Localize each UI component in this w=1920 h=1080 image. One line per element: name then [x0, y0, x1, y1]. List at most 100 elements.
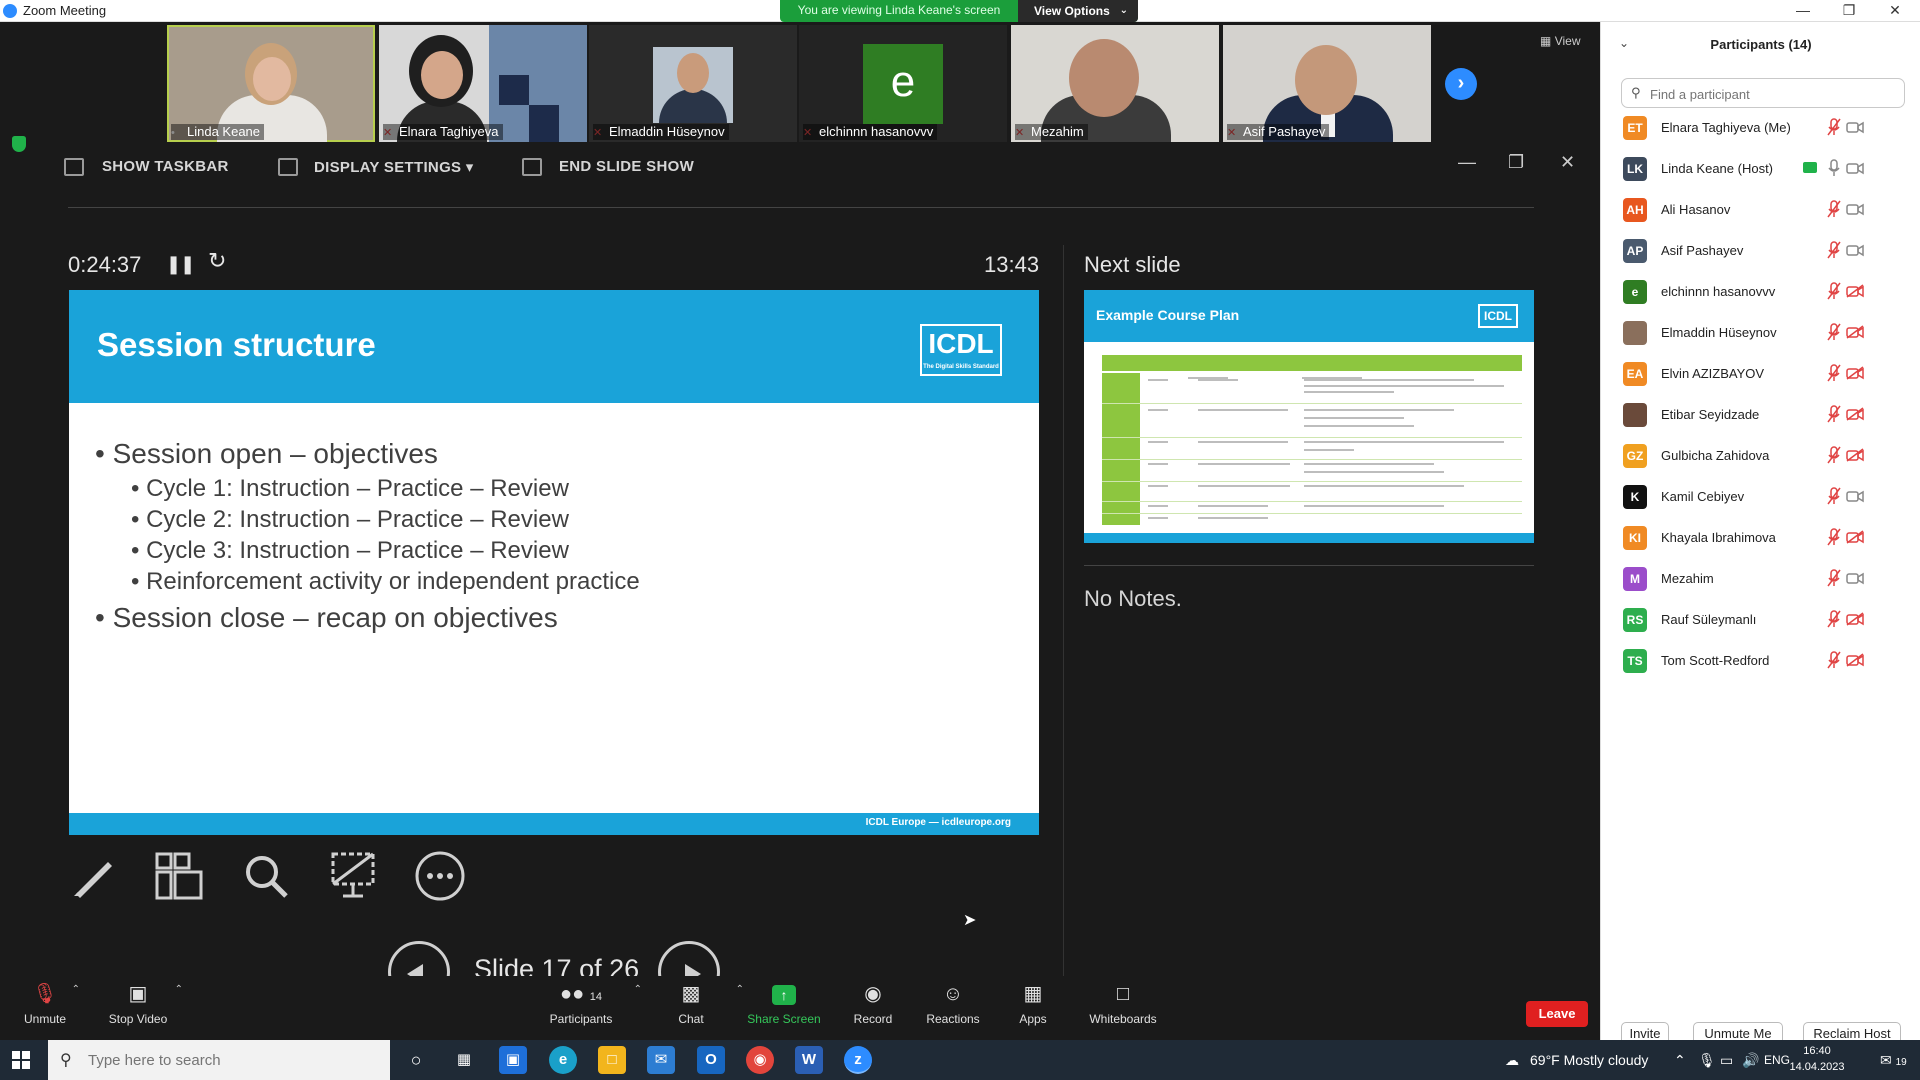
muted-mic-icon[interactable]	[1826, 651, 1842, 669]
video-tile-elchinnn-hasanovvv[interactable]: e ✕ elchinnn hasanovvv	[799, 25, 1007, 142]
notification-center-icon[interactable]: ✉ 19	[1880, 1040, 1907, 1080]
end-slide-show-button[interactable]: END SLIDE SHOW	[559, 158, 694, 175]
volume-icon[interactable]: 🔊	[1742, 1040, 1759, 1080]
video-off-icon[interactable]	[1846, 284, 1864, 298]
chat-button[interactable]: ▩ Chat ⌃	[646, 982, 744, 1026]
participant-row[interactable]: M Mezahim	[1601, 559, 1920, 600]
video-off-icon[interactable]	[1846, 407, 1864, 421]
mail-icon[interactable]: ✉	[647, 1046, 675, 1074]
presenter-restore-button[interactable]: ❐	[1508, 152, 1524, 173]
taskbar-search-input[interactable]	[88, 1050, 378, 1070]
participant-row[interactable]: TS Tom Scott-Redford	[1601, 641, 1920, 682]
muted-mic-icon[interactable]	[1826, 446, 1842, 464]
muted-mic-icon[interactable]	[1826, 569, 1842, 587]
pause-icon[interactable]: ❚❚	[166, 254, 195, 275]
next-slide-preview[interactable]: Example Course Plan ICDL	[1084, 290, 1534, 543]
video-off-icon[interactable]	[1846, 366, 1864, 380]
display-settings-button[interactable]: DISPLAY SETTINGS ▾	[314, 158, 474, 176]
word-icon[interactable]: W	[795, 1046, 823, 1074]
video-off-icon[interactable]	[1846, 530, 1864, 544]
video-camera-icon[interactable]	[1846, 243, 1864, 257]
restore-button[interactable]: ❐	[1826, 0, 1872, 22]
zoom-slide-icon[interactable]	[240, 850, 292, 902]
participant-row[interactable]: KI Khayala Ibrahimova	[1601, 518, 1920, 559]
muted-mic-icon[interactable]	[1826, 405, 1842, 423]
mic-icon[interactable]	[1826, 159, 1842, 177]
leave-button[interactable]: Leave	[1526, 1001, 1588, 1027]
muted-mic-icon[interactable]	[1826, 487, 1842, 505]
store-icon[interactable]: ▣	[499, 1046, 527, 1074]
video-camera-icon[interactable]	[1846, 120, 1864, 134]
edge-icon[interactable]: e	[549, 1046, 577, 1074]
video-tile-elmaddin-huseynov[interactable]: ✕ Elmaddin Hüseynov	[589, 25, 797, 142]
network-icon[interactable]: ▭	[1720, 1040, 1733, 1080]
share-screen-button[interactable]: ↑ Share Screen	[739, 982, 829, 1026]
muted-mic-icon[interactable]	[1826, 241, 1842, 259]
next-page-button[interactable]: ›	[1445, 68, 1477, 100]
unmute-button[interactable]: 🎙 Unmute ⌃	[0, 982, 90, 1026]
reactions-button[interactable]: ☺ Reactions	[908, 982, 998, 1026]
video-off-icon[interactable]	[1846, 612, 1864, 626]
video-tile-mezahim[interactable]: ✕ Mezahim	[1011, 25, 1219, 142]
black-screen-icon[interactable]	[327, 850, 379, 902]
video-off-icon[interactable]	[1846, 448, 1864, 462]
chrome-icon[interactable]: ◉	[746, 1046, 774, 1074]
cortana-icon[interactable]: ○	[402, 1046, 430, 1074]
find-participant-input[interactable]	[1650, 84, 1900, 104]
see-all-slides-icon[interactable]	[153, 850, 205, 902]
view-button[interactable]: ▦ View	[1540, 34, 1580, 48]
participant-row[interactable]: AP Asif Pashayev	[1601, 231, 1920, 272]
chevron-up-icon[interactable]: ⌃	[175, 984, 183, 995]
presenter-close-button[interactable]: ✕	[1560, 152, 1575, 173]
chevron-up-icon[interactable]: ⌃	[72, 984, 80, 995]
muted-mic-icon[interactable]	[1826, 118, 1842, 136]
video-tile-linda-keane[interactable]: • Linda Keane	[167, 25, 375, 142]
show-taskbar-button[interactable]: SHOW TASKBAR	[102, 158, 229, 175]
participant-row[interactable]: K Kamil Cebiyev	[1601, 477, 1920, 518]
participant-row[interactable]: AH Ali Hasanov	[1601, 190, 1920, 231]
muted-mic-icon[interactable]	[1826, 323, 1842, 341]
participant-row[interactable]: EA Elvin AZIZBAYOV	[1601, 354, 1920, 395]
video-camera-icon[interactable]	[1846, 571, 1864, 585]
participant-row[interactable]: ET Elnara Taghiyeva (Me)	[1601, 108, 1920, 149]
muted-mic-icon[interactable]	[1826, 282, 1842, 300]
close-button[interactable]: ✕	[1872, 0, 1918, 22]
file-explorer-icon[interactable]: □	[598, 1046, 626, 1074]
participant-row[interactable]: Elmaddin Hüseynov	[1601, 313, 1920, 354]
participant-row[interactable]: GZ Gulbicha Zahidova	[1601, 436, 1920, 477]
video-off-icon[interactable]	[1846, 653, 1864, 667]
chevron-up-icon[interactable]: ⌃	[634, 984, 642, 995]
presenter-minimize-button[interactable]: —	[1458, 152, 1476, 173]
zoom-taskbar-icon[interactable]: z	[844, 1046, 872, 1074]
stop-video-button[interactable]: ▣ Stop Video ⌃	[93, 982, 183, 1026]
video-camera-icon[interactable]	[1846, 202, 1864, 216]
participant-row[interactable]: Etibar Seyidzade	[1601, 395, 1920, 436]
muted-mic-icon[interactable]	[1826, 528, 1842, 546]
video-off-icon[interactable]	[1846, 325, 1864, 339]
microphone-tray-icon[interactable]: 🎙	[1698, 1040, 1716, 1080]
participant-row[interactable]: RS Rauf Süleymanlı	[1601, 600, 1920, 641]
pen-icon[interactable]	[68, 850, 120, 902]
video-camera-icon[interactable]	[1846, 161, 1864, 175]
view-options-button[interactable]: View Options ⌄	[1018, 0, 1138, 22]
minimize-button[interactable]: —	[1780, 0, 1826, 22]
chevron-up-icon[interactable]: ⌃	[1674, 1040, 1686, 1080]
windows-start-icon[interactable]	[12, 1051, 30, 1069]
muted-mic-icon[interactable]	[1826, 610, 1842, 628]
whiteboards-button[interactable]: □ Whiteboards	[1078, 982, 1168, 1026]
video-tile-elnara-taghiyeva[interactable]: ✕ Elnara Taghiyeva	[379, 25, 587, 142]
participant-row[interactable]: e elchinnn hasanovvv	[1601, 272, 1920, 313]
more-options-icon[interactable]	[414, 850, 466, 902]
participants-button[interactable]: ●● 14 Participants ⌃	[536, 982, 642, 1026]
muted-mic-icon[interactable]	[1826, 364, 1842, 382]
apps-button[interactable]: ▦ Apps	[988, 982, 1078, 1026]
participant-row[interactable]: LK Linda Keane (Host)	[1601, 149, 1920, 190]
weather-text[interactable]: 69°F Mostly cloudy	[1530, 1040, 1648, 1080]
record-button[interactable]: ◉ Record	[828, 982, 918, 1026]
video-tile-asif-pashayev[interactable]: ✕ Asif Pashayev	[1223, 25, 1431, 142]
task-view-icon[interactable]: ▦	[450, 1046, 478, 1074]
restart-timer-icon[interactable]: ↻	[208, 248, 226, 274]
outlook-icon[interactable]: O	[697, 1046, 725, 1074]
taskbar-clock[interactable]: 16:40 14.04.2023	[1782, 1043, 1852, 1075]
muted-mic-icon[interactable]	[1826, 200, 1842, 218]
